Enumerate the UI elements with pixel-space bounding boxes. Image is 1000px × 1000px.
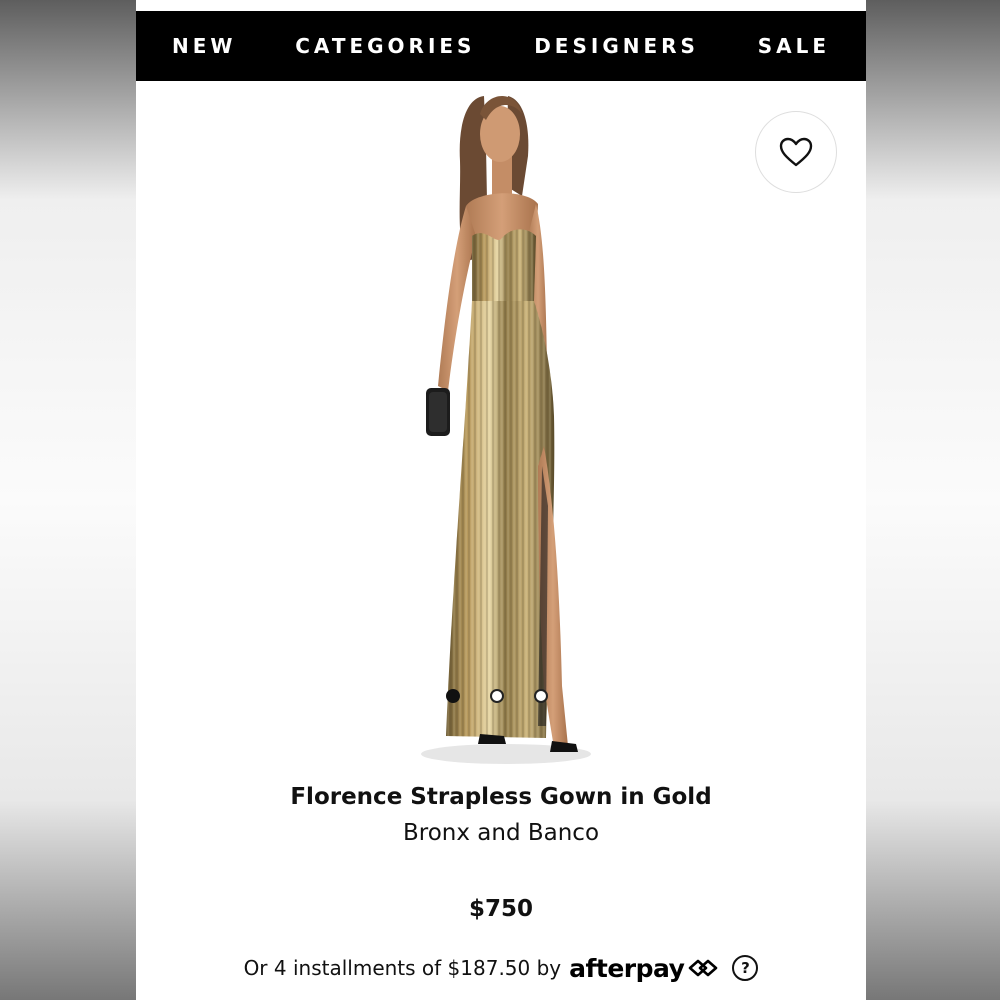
afterpay-brand: afterpay [569, 953, 685, 983]
afterpay-text: Or 4 installments of $187.50 by [243, 956, 562, 980]
carousel-dot-2[interactable] [490, 689, 504, 703]
product-image[interactable] [396, 86, 596, 776]
product-price: $750 [468, 896, 533, 922]
nav-item-categories[interactable]: CATEGORIES [295, 34, 475, 58]
left-backdrop [0, 0, 136, 1000]
carousel-dot-3[interactable] [534, 689, 548, 703]
product-designer[interactable]: Bronx and Banco [136, 820, 866, 846]
heart-icon [779, 137, 813, 167]
product-page: NEW CATEGORIES DESIGNERS SALE Florence S… [136, 0, 866, 1000]
product-title: Florence Strapless Gown in Gold [290, 784, 712, 810]
afterpay-arrows-icon [689, 959, 718, 977]
nav-item-designers[interactable]: DESIGNERS [534, 34, 699, 58]
afterpay-installments: Or 4 installments of $187.50 by afterpay… [136, 948, 866, 988]
top-navigation: NEW CATEGORIES DESIGNERS SALE [136, 11, 866, 81]
nav-item-new[interactable]: NEW [172, 34, 236, 58]
right-backdrop [866, 0, 1000, 1000]
afterpay-logo: afterpay [569, 954, 720, 983]
carousel-indicators [446, 689, 548, 703]
carousel-dot-1[interactable] [446, 689, 460, 703]
favorite-button[interactable] [755, 111, 837, 193]
help-icon[interactable]: ? [732, 955, 759, 981]
nav-item-sale[interactable]: SALE [758, 34, 830, 58]
